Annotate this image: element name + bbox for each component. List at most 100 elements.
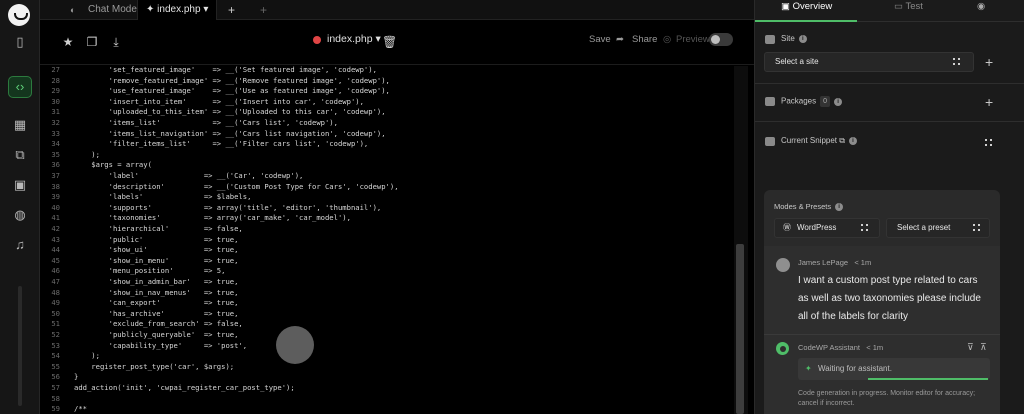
new-tab-button[interactable]: + xyxy=(228,0,235,20)
mode-select[interactable]: Ⓦ WordPress xyxy=(774,218,880,238)
tab-chat-mode[interactable]: Chat Mode xyxy=(88,0,137,20)
code-line[interactable]: 56} xyxy=(40,372,78,383)
avatar xyxy=(776,258,790,272)
code-text: ); xyxy=(74,149,100,159)
code-line[interactable]: 44 'show_ui' => true, xyxy=(40,245,238,256)
code-line[interactable]: 30 'insert_into_item' => __('Insert into… xyxy=(40,97,364,108)
code-text: 'uploaded_to_this_item' => __('Uploaded … xyxy=(74,107,386,117)
add-tab-button[interactable]: + xyxy=(260,0,267,20)
preview-toggle[interactable] xyxy=(709,33,733,46)
info-icon[interactable]: i xyxy=(834,97,843,106)
info-icon[interactable]: i xyxy=(798,34,807,43)
thumbs-down-icon[interactable]: ⊽ xyxy=(967,342,974,353)
line-number: 29 xyxy=(51,86,60,96)
line-number: 42 xyxy=(51,224,60,233)
share-button[interactable]: Share xyxy=(632,34,657,45)
right-panel: ▣ Overview ▭ Test ◉ Site i Select a site … xyxy=(754,0,1024,414)
external-link-icon[interactable]: ⧉ xyxy=(839,136,845,145)
code-line[interactable]: 35 ); xyxy=(40,150,100,161)
dashboard-icon[interactable]: ▦ xyxy=(12,117,28,133)
code-line[interactable]: 57 add_action('init', 'cwpai_register_car… xyxy=(40,383,294,394)
line-number: 35 xyxy=(51,149,60,159)
code-line[interactable]: 42 'hierarchical' => false, xyxy=(40,224,242,235)
code-text: 'filter_items_list' => __('Filter cars l… xyxy=(74,139,369,149)
code-line[interactable]: 43 'public' => true, xyxy=(40,235,238,246)
code-line[interactable]: 48 'show_in_nav_menus' => true, xyxy=(40,288,238,299)
code-line[interactable]: 59 /** xyxy=(40,404,87,414)
code-text: 'remove_featured_image' => __('Remove fe… xyxy=(74,75,390,85)
code-line[interactable]: 39 'labels' => $labels, xyxy=(40,192,251,203)
code-line[interactable]: 53 'capability_type' => 'post', xyxy=(40,341,247,352)
code-line[interactable]: 45 'show_in_menu' => true, xyxy=(40,256,238,267)
code-line[interactable]: 31 'uploaded_to_this_item' => __('Upload… xyxy=(40,107,386,118)
add-package-button[interactable]: + xyxy=(985,95,993,109)
code-line[interactable]: 52 'publicly_queryable' => true, xyxy=(40,330,238,341)
editor-scroll-thumb[interactable] xyxy=(736,244,744,414)
trash-icon[interactable]: 🗑 xyxy=(382,35,397,49)
code-line[interactable]: 29 'use_featured_image' => __('Use as fe… xyxy=(40,86,390,97)
sidebar-toggle-icon[interactable]: ▯ xyxy=(12,34,28,50)
line-number: 27 xyxy=(51,66,60,74)
codewp-logo[interactable] xyxy=(8,4,30,26)
headset-icon[interactable]: ♫ xyxy=(12,237,28,253)
folder-icon[interactable]: ▣ xyxy=(12,177,28,193)
code-text: register_post_type('car', $args); xyxy=(74,361,235,371)
info-icon[interactable]: i xyxy=(835,203,844,212)
save-button[interactable]: Save xyxy=(589,34,611,45)
code-line[interactable]: 46 'menu_position' => 5, xyxy=(40,266,225,277)
tab-test[interactable]: ▭ Test xyxy=(894,0,923,22)
code-line[interactable]: 37 'label' => __('Car', 'codewp'), xyxy=(40,171,303,182)
rail-scrollbar[interactable] xyxy=(18,286,22,406)
code-line[interactable]: 58 xyxy=(40,394,74,405)
overview-icon: ▣ xyxy=(781,1,793,12)
code-line[interactable]: 34 'filter_items_list' => __('Filter car… xyxy=(40,139,368,150)
snippets-icon[interactable]: ⧉ xyxy=(12,147,28,163)
code-line[interactable]: 40 'supports' => array('title', 'editor'… xyxy=(40,203,381,214)
discord-icon[interactable]: ◐ xyxy=(70,0,75,20)
line-number: 44 xyxy=(51,245,60,255)
code-line[interactable]: 27 'set_featured_image' => __('Set featu… xyxy=(40,66,377,76)
code-line[interactable]: 55 register_post_type('car', $args); xyxy=(40,362,234,373)
assistant-name: CodeWP Assistant xyxy=(798,343,860,352)
star-icon[interactable]: ★ xyxy=(61,35,75,49)
site-select[interactable]: Select a site xyxy=(764,52,974,72)
globe-icon[interactable]: ◍ xyxy=(12,207,28,223)
code-line[interactable]: 54 ); xyxy=(40,351,100,362)
expand-icon[interactable] xyxy=(985,139,993,147)
preset-select[interactable]: Select a preset xyxy=(886,218,990,238)
code-line[interactable]: 41 'taxonomies' => array('car_make', 'ca… xyxy=(40,213,351,224)
code-line[interactable]: 28 'remove_featured_image' => __('Remove… xyxy=(40,76,390,87)
code-line[interactable]: 50 'has_archive' => true, xyxy=(40,309,238,320)
code-line[interactable]: 36 $args = array( xyxy=(40,160,152,171)
thumbs-up-icon[interactable]: ⊼ xyxy=(980,342,987,353)
packages-label: Packages 0 i xyxy=(781,96,843,107)
code-text: 'menu_position' => 5, xyxy=(74,266,226,276)
duplicate-icon[interactable]: ❐ xyxy=(85,35,99,49)
editor-scrollbar[interactable] xyxy=(734,66,748,414)
tab-index-php[interactable]: ✦ index.php ▾ xyxy=(137,0,218,20)
code-line[interactable]: 51 'exclude_from_search' => false, xyxy=(40,319,242,330)
code-line[interactable]: 49 'can_export' => true, xyxy=(40,298,238,309)
eye-icon[interactable]: ◉ xyxy=(977,0,985,22)
code-line[interactable]: 38 'description' => __('Custom Post Type… xyxy=(40,182,398,193)
add-site-button[interactable]: + xyxy=(985,55,993,69)
line-number: 54 xyxy=(51,351,60,361)
info-icon[interactable]: i xyxy=(848,136,857,145)
code-line[interactable]: 32 'items_list' => __('Cars list', 'code… xyxy=(40,118,338,129)
code-icon[interactable]: ‹› xyxy=(12,79,28,95)
assistant-time: < 1m xyxy=(866,343,884,352)
code-line[interactable]: 47 'show_in_admin_bar' => true, xyxy=(40,277,238,288)
download-icon[interactable]: ⤓ xyxy=(109,35,123,49)
code-line[interactable]: 33 'items_list_navigation' => __('Cars l… xyxy=(40,129,385,140)
code-text: 'publicly_queryable' => true, xyxy=(74,330,239,339)
modes-label-text: Modes & Presets xyxy=(774,202,832,211)
code-editor[interactable]: 27 'set_featured_image' => __('Set featu… xyxy=(40,66,754,414)
line-number: 30 xyxy=(51,96,60,106)
preview-icon[interactable]: ◎ xyxy=(663,34,671,45)
tab-overview[interactable]: ▣ Overview xyxy=(781,0,832,22)
line-number: 56 xyxy=(51,372,60,382)
file-name-selector[interactable]: index.php ▾ xyxy=(327,33,381,45)
drag-handle-icon xyxy=(973,224,981,232)
line-number: 45 xyxy=(51,255,60,265)
share-icon[interactable]: ➦ xyxy=(616,34,624,45)
